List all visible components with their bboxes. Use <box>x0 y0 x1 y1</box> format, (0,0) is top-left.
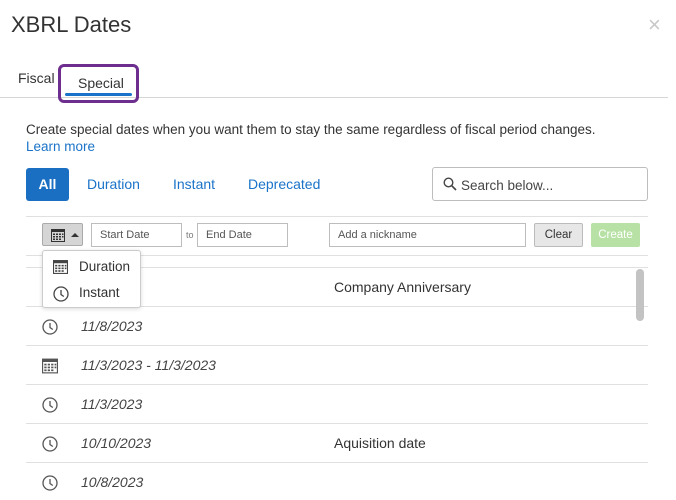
row-date: 11/8/2023 <box>81 318 143 334</box>
table-row[interactable]: 10/8/2023 <box>26 462 648 500</box>
start-date-field[interactable] <box>91 223 182 247</box>
table-row[interactable]: 10/10/2023 Aquisition date <box>26 423 648 462</box>
close-icon[interactable]: × <box>648 14 664 37</box>
clear-button[interactable]: Clear <box>534 223 583 247</box>
caret-up-icon <box>71 233 79 237</box>
calendar-icon <box>51 229 65 242</box>
search-input[interactable] <box>461 175 641 195</box>
active-tab-indicator <box>65 93 132 96</box>
tab-special[interactable]: Special <box>58 64 139 103</box>
create-button[interactable]: Create <box>591 223 640 247</box>
scrollbar-thumb[interactable] <box>636 269 644 321</box>
filter-duration-button[interactable]: Duration <box>87 168 140 201</box>
filter-instant-button[interactable]: Instant <box>173 168 215 201</box>
learn-more-link[interactable]: Learn more <box>26 139 95 154</box>
tab-fiscal[interactable]: Fiscal <box>18 70 55 86</box>
table-row[interactable]: 11/3/2023 - 11/3/2023 <box>26 345 648 384</box>
clock-icon <box>42 319 58 335</box>
filter-all-button[interactable]: All <box>26 168 69 201</box>
description-text: Create special dates when you want them … <box>26 122 596 137</box>
menu-item-label: Duration <box>79 259 131 274</box>
row-date: 11/3/2023 <box>81 396 143 412</box>
nickname-field[interactable] <box>329 223 526 247</box>
clock-icon <box>53 286 69 302</box>
row-date: 11/3/2023 - 11/3/2023 <box>81 357 216 373</box>
date-type-menu: Duration Instant <box>42 250 141 308</box>
row-nickname: Company Anniversary <box>334 279 471 295</box>
menu-item-instant[interactable]: Instant <box>53 285 139 303</box>
tab-special-label: Special <box>78 75 124 91</box>
clock-icon <box>42 475 58 491</box>
row-date: 10/8/2023 <box>81 474 144 490</box>
row-date: 10/10/2023 <box>81 435 152 451</box>
calendar-icon <box>53 260 68 274</box>
date-type-dropdown[interactable] <box>42 223 83 246</box>
search-box[interactable] <box>432 167 648 201</box>
clock-icon <box>42 397 58 413</box>
menu-item-duration[interactable]: Duration <box>53 259 139 277</box>
table-row[interactable]: 11/3/2023 <box>26 384 648 423</box>
to-label: to <box>186 230 194 240</box>
row-nickname: Aquisition date <box>334 435 426 451</box>
clock-icon <box>42 436 58 452</box>
search-icon <box>443 177 457 191</box>
calendar-icon <box>42 358 58 374</box>
tab-bar: Fiscal Special <box>0 64 668 103</box>
end-date-field[interactable] <box>197 223 288 247</box>
filter-deprecated-button[interactable]: Deprecated <box>248 168 320 201</box>
divider <box>26 216 648 217</box>
table-row[interactable]: 11/8/2023 <box>26 306 648 345</box>
xbrl-dates-dialog: XBRL Dates × Fiscal Special Create speci… <box>0 0 676 500</box>
dialog-title: XBRL Dates <box>11 12 132 37</box>
menu-item-label: Instant <box>79 285 120 300</box>
